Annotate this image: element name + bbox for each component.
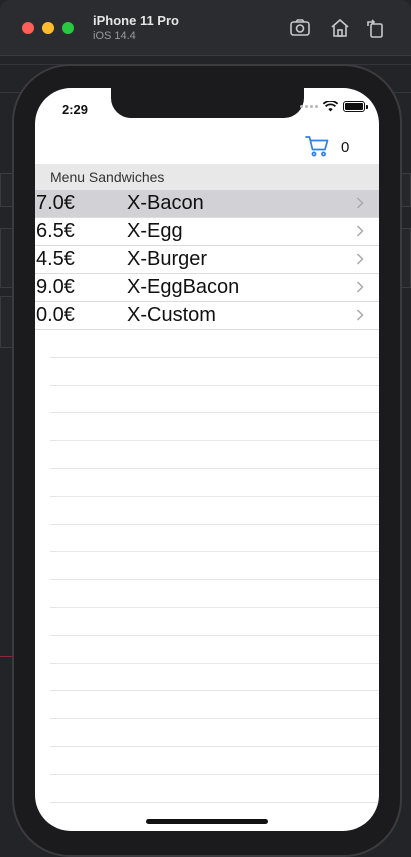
item-price: 0.0€ — [36, 304, 75, 326]
minimize-window-button[interactable] — [42, 22, 54, 34]
status-icons — [300, 101, 368, 112]
menu-item-x-burger[interactable]: 4.5€ X-Burger — [35, 246, 379, 274]
section-title: Menu Sandwiches — [50, 169, 165, 185]
battery-icon — [343, 101, 368, 112]
menu-item-x-bacon[interactable]: 7.0€ X-Bacon — [35, 190, 379, 218]
simulator-title-bar: iPhone 11 Pro iOS 14.4 — [0, 0, 411, 56]
chevron-right-icon — [356, 309, 364, 321]
simulator-device-name: iPhone 11 Pro — [93, 13, 179, 28]
cart-icon[interactable] — [305, 135, 329, 157]
screenshot-icon[interactable] — [289, 17, 311, 39]
simulator-os-version: iOS 14.4 — [93, 30, 136, 42]
item-name: X-Custom — [127, 304, 216, 326]
menu-item-x-egg[interactable]: 6.5€ X-Egg — [35, 218, 379, 246]
status-time: 2:29 — [62, 102, 89, 117]
menu-item-x-eggbacon[interactable]: 9.0€ X-EggBacon — [35, 274, 379, 302]
section-header: Menu Sandwiches — [35, 164, 379, 190]
menu-item-x-custom[interactable]: 0.0€ X-Custom — [35, 302, 379, 330]
cart-count: 0 — [341, 139, 350, 156]
item-price: 4.5€ — [36, 248, 75, 270]
app-screen: 2:29 0 Menu Sandwiches 7.0€ X-Bacon 6.5€… — [35, 88, 379, 831]
menu-list: 7.0€ X-Bacon 6.5€ X-Egg 4.5€ X-Burger 9.… — [35, 190, 379, 330]
item-price: 6.5€ — [36, 220, 75, 242]
item-name: X-Egg — [127, 220, 183, 242]
chevron-right-icon — [356, 253, 364, 265]
item-price: 9.0€ — [36, 276, 75, 298]
chevron-right-icon — [356, 225, 364, 237]
item-price: 7.0€ — [36, 192, 75, 214]
wifi-icon — [323, 101, 338, 112]
home-indicator[interactable] — [146, 819, 268, 824]
home-icon[interactable] — [329, 17, 351, 39]
cellular-icon — [300, 105, 318, 108]
item-name: X-Bacon — [127, 192, 204, 214]
background-accent-line — [0, 656, 12, 657]
close-window-button[interactable] — [22, 22, 34, 34]
chevron-right-icon — [356, 197, 364, 209]
rotate-icon[interactable] — [364, 17, 386, 39]
chevron-right-icon — [356, 281, 364, 293]
zoom-window-button[interactable] — [62, 22, 74, 34]
empty-table-rows — [35, 330, 379, 803]
item-name: X-EggBacon — [127, 276, 240, 298]
device-notch — [111, 88, 304, 118]
item-name: X-Burger — [127, 248, 208, 270]
